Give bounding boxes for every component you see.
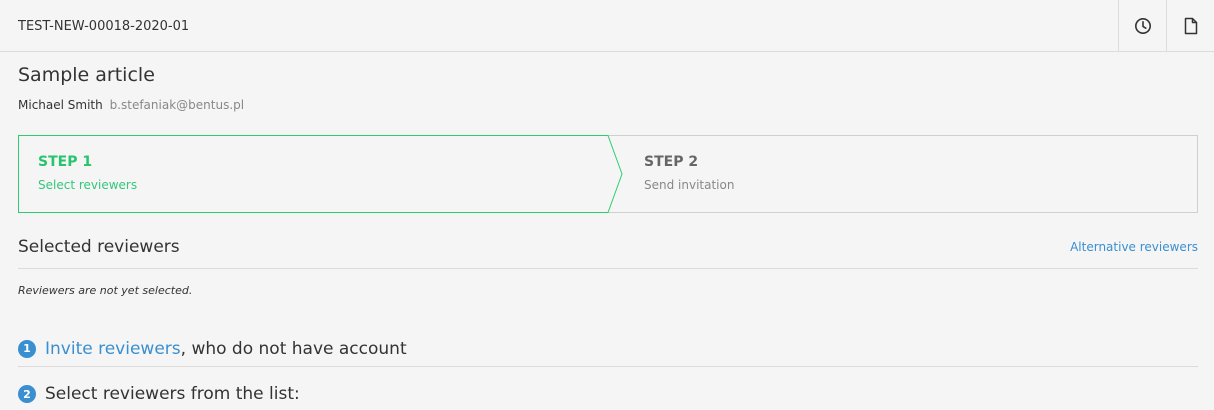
top-actions [1118, 0, 1214, 52]
step-wizard: STEP 1 Select reviewers STEP 2 Send invi… [18, 135, 1198, 213]
top-bar: TEST-NEW-00018-2020-01 [0, 0, 1214, 52]
alternative-reviewers-link[interactable]: Alternative reviewers [1070, 240, 1198, 254]
author-email: b.stefaniak@bentus.pl [109, 98, 245, 112]
author-name: Michael Smith [18, 98, 103, 112]
invite-reviewers-link[interactable]: Invite reviewers [45, 339, 181, 359]
number-badge-1: 1 [18, 339, 36, 358]
selected-reviewers-header: Selected reviewers Alternative reviewers [18, 234, 1198, 269]
instruction-2-text: Select reviewers from the list: [45, 384, 300, 404]
step-1-title: STEP 1 [38, 154, 93, 170]
instruction-row-2: 2 Select reviewers from the list: [18, 378, 1198, 410]
instruction-row-1: 1 Invite reviewers, who do not have acco… [18, 331, 1198, 367]
document-id: TEST-NEW-00018-2020-01 [18, 19, 190, 34]
document-icon [1184, 17, 1197, 35]
instruction-1-suffix: , who do not have account [180, 338, 407, 359]
number-badge-2: 2 [18, 385, 36, 403]
article-title: Sample article [18, 64, 155, 86]
document-button[interactable] [1166, 0, 1214, 52]
clock-icon [1134, 18, 1151, 34]
instruction-1-text: Invite reviewers, who do not have accoun… [45, 339, 407, 359]
step-1-subtitle: Select reviewers [38, 178, 138, 192]
history-button[interactable] [1118, 0, 1166, 52]
author-line: Michael Smith b.stefaniak@bentus.pl [18, 98, 244, 112]
selected-reviewers-title: Selected reviewers [18, 237, 180, 257]
reviewers-empty-note: Reviewers are not yet selected. [18, 284, 193, 297]
step-1[interactable]: STEP 1 Select reviewers [18, 135, 622, 213]
